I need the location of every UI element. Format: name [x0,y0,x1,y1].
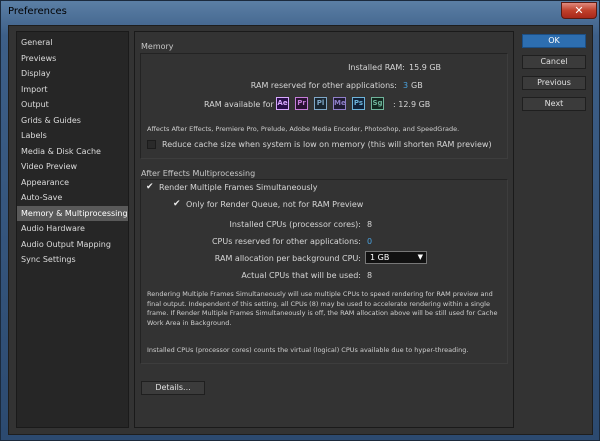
ram-reserved-unit: GB [411,81,423,90]
memory-group-title: Memory [141,42,174,51]
sidebar-item-audio-output-mapping[interactable]: Audio Output Mapping [17,237,128,252]
sidebar-item-auto-save[interactable]: Auto-Save [17,190,128,205]
ram-allocation-value: 1 GB [370,253,390,262]
title-bar[interactable]: Preferences ✕ [1,1,599,25]
window-title: Preferences [8,6,67,17]
affects-text: Affects After Effects, Premiere Pro, Pre… [147,125,460,133]
ram-reserved-value[interactable]: 3 [403,81,408,90]
multiprocessing-group-title: After Effects Multiprocessing [141,169,256,178]
sidebar-item-video-preview[interactable]: Video Preview [17,159,128,174]
multiprocessing-info-text: Rendering Multiple Frames Simultaneously… [147,290,498,327]
only-render-queue-checkbox[interactable]: ✔ [173,200,181,209]
app-icons: Ae Pr Pl Me Ps Sg [276,97,406,111]
render-multi-label: Render Multiple Frames Simultaneously [159,183,318,192]
render-multi-checkbox[interactable]: ✔ [146,183,154,192]
sidebar-item-general[interactable]: General [17,35,128,50]
sidebar-item-memory-multiprocessing[interactable]: Memory & Multiprocessing [17,205,128,221]
ram-allocation-select[interactable]: 1 GB ▼ [365,251,427,264]
preferences-window: Preferences ✕ General Previews Display I… [0,0,600,441]
chevron-down-icon: ▼ [417,253,423,261]
sidebar-item-audio-hardware[interactable]: Audio Hardware [17,221,128,236]
ram-allocation-label: RAM allocation per background CPU: [214,254,361,263]
cancel-button[interactable]: Cancel [522,55,586,69]
premiere-pro-icon: Pr [295,97,308,110]
actual-cpus-label: Actual CPUs that will be used: [241,271,361,280]
ram-reserved-label: RAM reserved for other applications: [250,81,397,90]
cpus-reserved-value[interactable]: 0 [367,237,372,246]
installed-ram-label: Installed RAM: [348,63,405,72]
speedgrade-icon: Sg [371,97,384,110]
preferences-sidebar: General Previews Display Import Output G… [16,31,129,428]
installed-cpus-value: 8 [367,220,373,229]
next-button[interactable]: Next [522,97,586,111]
settings-panel: Memory Installed RAM: 15.9 GB RAM reserv… [134,31,514,428]
ram-available-label: RAM available for [204,100,274,109]
actual-cpus-value: 8 [367,271,373,280]
cores-info-text: Installed CPUs (processor cores) counts … [147,346,469,354]
sidebar-item-sync-settings[interactable]: Sync Settings [17,252,128,267]
photoshop-icon: Ps [352,97,365,110]
previous-button[interactable]: Previous [522,76,586,90]
reduce-cache-checkbox[interactable] [147,140,156,149]
close-icon: ✕ [574,4,584,17]
sidebar-item-media-disk-cache[interactable]: Media & Disk Cache [17,144,128,159]
details-button[interactable]: Details... [141,381,205,395]
dialog-body: General Previews Display Import Output G… [8,25,593,435]
sidebar-item-display[interactable]: Display [17,66,128,81]
sidebar-item-labels[interactable]: Labels [17,128,128,143]
only-render-queue-label: Only for Render Queue, not for RAM Previ… [186,200,364,209]
sidebar-item-grids-guides[interactable]: Grids & Guides [17,113,128,128]
sidebar-item-output[interactable]: Output [17,97,128,112]
ok-button[interactable]: OK [522,34,586,48]
installed-cpus-label: Installed CPUs (processor cores): [229,220,361,229]
installed-ram-value: 15.9 GB [409,63,442,72]
prelude-icon: Pl [314,97,327,110]
cpus-reserved-label: CPUs reserved for other applications: [211,237,361,246]
ram-available-value: : 12.9 GB [393,100,431,109]
sidebar-item-import[interactable]: Import [17,82,128,97]
after-effects-icon: Ae [276,97,289,110]
close-button[interactable]: ✕ [561,2,597,19]
media-encoder-icon: Me [333,97,346,110]
reduce-cache-label: Reduce cache size when system is low on … [162,140,492,149]
sidebar-item-appearance[interactable]: Appearance [17,175,128,190]
sidebar-item-previews[interactable]: Previews [17,51,128,66]
